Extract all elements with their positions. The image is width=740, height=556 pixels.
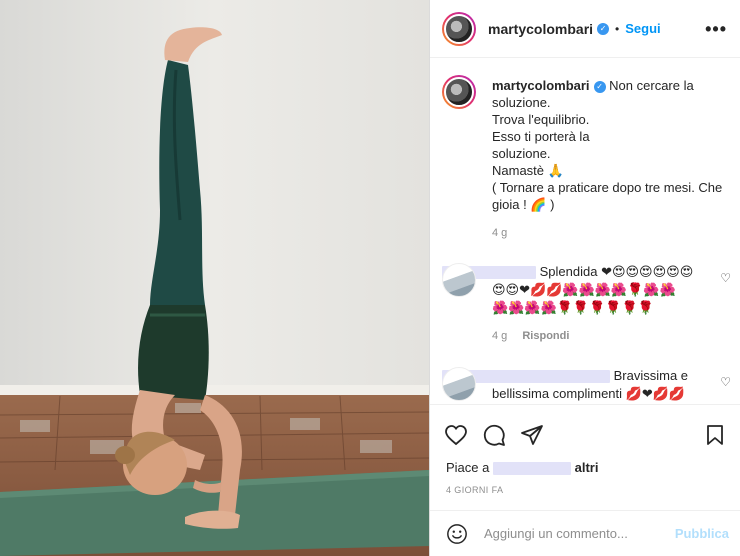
comment-text: Splendida ❤😍😍😍😍😍😍	[539, 264, 694, 279]
verified-badge-icon: ✓	[597, 22, 610, 35]
reply-button[interactable]: Rispondi	[522, 330, 569, 342]
caption-line: soluzione.	[492, 95, 551, 110]
save-bookmark-icon[interactable]	[703, 423, 727, 447]
caption-author-avatar[interactable]	[442, 75, 476, 109]
comment-text: 😍😍❤💋💋🌺🌺🌺🌺🌹🌺🌺	[492, 282, 676, 297]
verified-badge-icon: ✓	[593, 80, 606, 93]
likes-summary[interactable]: Piace a altri	[446, 460, 599, 476]
caption-line: gioia ! 🌈 )	[492, 197, 555, 212]
caption-username[interactable]: martycolombari	[492, 78, 590, 93]
author-username[interactable]: martycolombari	[488, 21, 593, 37]
redacted-liker-username[interactable]	[493, 462, 571, 476]
caption-line: soluzione.	[492, 146, 551, 161]
likes-others[interactable]: altri	[575, 460, 599, 475]
commenter-avatar[interactable]	[442, 367, 476, 401]
post-header: martycolombari ✓ • Segui •••	[430, 0, 740, 58]
caption-line: Non cercare la	[609, 78, 694, 93]
like-comment-heart-icon[interactable]: ♡	[720, 271, 731, 285]
commenter-avatar[interactable]	[442, 263, 476, 297]
comment-meta: 4 g Rispondi	[492, 330, 569, 342]
instagram-post: martycolombari ✓ • Segui ••• martycolomb…	[0, 0, 740, 556]
post-caption: martycolombari ✓ Non cercare la soluzione…	[442, 75, 732, 213]
comments-list[interactable]: martycolombari ✓ Non cercare la soluzione…	[430, 59, 740, 402]
likes-prefix: Piace a	[446, 460, 490, 475]
caption-line: Namastè 🙏	[492, 163, 564, 178]
comment-text: 🌺🌺🌺🌺🌹🌹🌹🌹🌹🌹	[492, 300, 654, 315]
follow-button[interactable]: Segui	[625, 21, 660, 36]
emoji-smiley-icon[interactable]	[446, 523, 468, 545]
post-sidebar: martycolombari ✓ • Segui ••• martycolomb…	[429, 0, 740, 556]
post-time-ago[interactable]: 4 GIORNI FA	[446, 485, 503, 495]
publish-button[interactable]: Pubblica	[675, 526, 729, 541]
like-heart-icon[interactable]	[444, 423, 468, 447]
yoga-headstand-image	[0, 0, 429, 556]
comment-item: Splendida ❤😍😍😍😍😍😍 😍😍❤💋💋🌺🌺🌺🌺🌹🌺🌺 🌺🌺🌺🌺🌹🌹🌹🌹🌹…	[442, 263, 737, 317]
add-comment-input[interactable]: Aggiungi un commento...	[484, 526, 675, 541]
comment-text: Bravissima e	[613, 368, 689, 383]
separator-dot: •	[615, 21, 620, 36]
more-options-icon[interactable]: •••	[705, 19, 727, 40]
caption-line: Trova l'equilibrio.	[492, 112, 590, 127]
author-avatar[interactable]	[442, 11, 476, 46]
like-comment-heart-icon[interactable]: ♡	[720, 375, 731, 389]
comment-item: Bravissima e bellissima complimenti 💋❤💋💋…	[442, 367, 737, 402]
comment-text: bellissima complimenti 💋❤💋💋	[492, 386, 686, 401]
comment-timestamp[interactable]: 4 g	[492, 330, 507, 342]
caption-timestamp[interactable]: 4 g	[492, 227, 507, 239]
caption-line: Esso ti porterà la	[492, 129, 590, 144]
caption-line: ( Tornare a praticare dopo tre mesi. Che	[492, 180, 723, 195]
comment-bubble-icon[interactable]	[482, 423, 506, 447]
post-photo[interactable]	[0, 0, 429, 556]
share-paper-plane-icon[interactable]	[520, 423, 544, 447]
add-comment-bar: Aggiungi un commento... Pubblica	[430, 510, 740, 556]
